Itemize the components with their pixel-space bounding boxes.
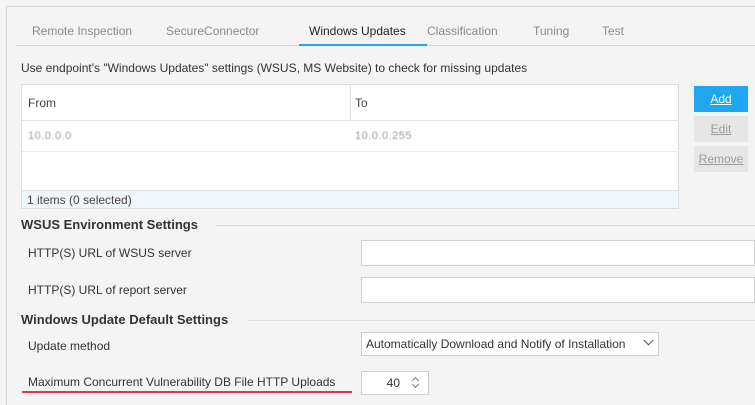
tab-windows-updates[interactable]: Windows Updates (309, 24, 406, 44)
update-method-value: Automatically Download and Notify of Ins… (366, 337, 626, 351)
defaults-section-title: Windows Update Default Settings (21, 312, 229, 327)
column-header-from[interactable]: From (28, 96, 56, 110)
max-uploads-label: Maximum Concurrent Vulnerability DB File… (28, 375, 336, 389)
tab-remote-inspection[interactable]: Remote Inspection (32, 24, 132, 44)
update-method-select[interactable]: Automatically Download and Notify of Ins… (361, 332, 659, 356)
wsus-server-label: HTTP(S) URL of WSUS server (28, 246, 192, 260)
stepper-arrows-icon[interactable] (411, 375, 420, 391)
ip-range-table: From To 10.0.0.0 10.0.0.255 1 items (0 s… (21, 84, 679, 209)
tab-test[interactable]: Test (602, 24, 624, 44)
edit-button[interactable]: Edit (694, 116, 748, 142)
report-server-label: HTTP(S) URL of report server (28, 283, 187, 297)
add-button[interactable]: Add (694, 86, 748, 112)
table-header: From To (22, 85, 678, 121)
tab-secureconnector[interactable]: SecureConnector (166, 24, 259, 44)
remove-button[interactable]: Remove (694, 146, 748, 172)
tab-bar: Remote Inspection SecureConnector Window… (16, 18, 755, 46)
max-uploads-value: 40 (386, 376, 400, 390)
active-tab-indicator (299, 44, 427, 46)
section-divider (215, 225, 755, 226)
wsus-section-title: WSUS Environment Settings (21, 217, 198, 232)
wsus-server-input[interactable] (361, 240, 755, 266)
selection-count: 1 items (0 selected) (27, 193, 132, 207)
max-uploads-stepper[interactable]: 40 (361, 371, 429, 395)
cell-to: 10.0.0.255 (355, 130, 412, 142)
table-footer: 1 items (0 selected) (22, 190, 678, 208)
cell-from: 10.0.0.0 (28, 130, 72, 142)
column-header-to[interactable]: To (355, 96, 368, 110)
section-divider (248, 320, 755, 321)
update-method-label: Update method (28, 339, 111, 353)
report-server-input[interactable] (361, 277, 755, 303)
chevron-down-icon[interactable] (411, 380, 420, 389)
description-text: Use endpoint's "Windows Updates" setting… (21, 61, 528, 75)
tab-classification[interactable]: Classification (427, 24, 498, 44)
highlight-underline (22, 391, 352, 393)
tab-tuning[interactable]: Tuning (533, 24, 569, 44)
column-divider (350, 85, 351, 121)
chevron-down-icon (643, 335, 654, 346)
table-row[interactable]: 10.0.0.0 10.0.0.255 (22, 121, 678, 152)
